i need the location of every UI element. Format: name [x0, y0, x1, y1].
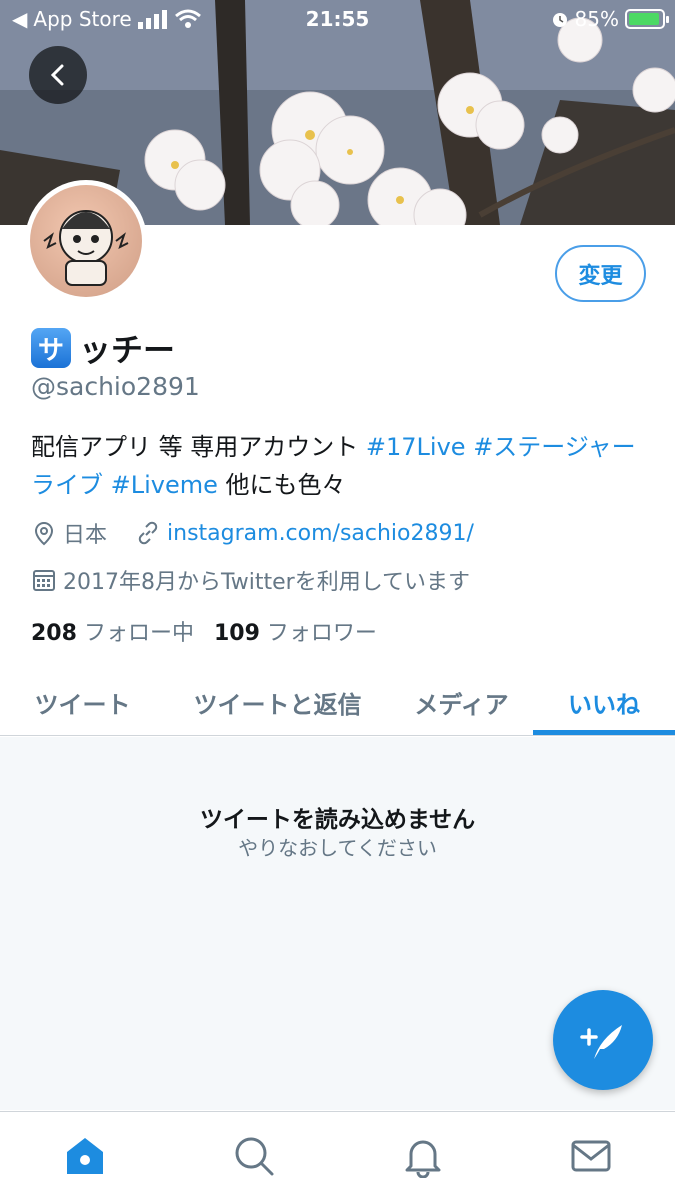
link-icon: [135, 520, 161, 546]
avatar-drawing: [43, 210, 129, 286]
battery-icon: [625, 9, 669, 29]
profile-name: ッチー: [79, 331, 176, 369]
tab-media[interactable]: メディア: [390, 668, 533, 736]
compose-tweet-button[interactable]: [553, 990, 653, 1090]
battery-percent: 85%: [574, 7, 619, 31]
error-retry-text[interactable]: やりなおしてください: [0, 832, 675, 861]
following-link[interactable]: 208 フォロー中: [31, 615, 194, 647]
hashtag-link[interactable]: #17Live: [366, 433, 466, 461]
joined-row: 2017年8月からTwitterを利用しています: [31, 564, 470, 596]
bottom-tab-bar: [0, 1111, 675, 1200]
bio-text: 配信アプリ 等 専用アカウント: [31, 433, 366, 461]
profile-bio: 配信アプリ 等 専用アカウント #17Live #ステージャーライブ #Live…: [31, 428, 641, 504]
profile-name-row: サ ッチー: [31, 325, 175, 371]
following-label: フォロー中: [83, 621, 194, 646]
hashtag-link[interactable]: #Liveme: [111, 471, 218, 499]
following-count: 208: [31, 621, 77, 646]
website-link[interactable]: instagram.com/sachio2891/: [167, 521, 474, 546]
location-text: 日本: [63, 523, 108, 548]
chevron-left-icon: [50, 64, 64, 86]
search-icon[interactable]: [232, 1134, 276, 1178]
calendar-icon: [31, 567, 57, 593]
notifications-icon[interactable]: [401, 1134, 445, 1178]
bio-tail: 他にも色々: [217, 471, 346, 499]
active-tab-indicator: [533, 730, 675, 735]
status-bar: ◀ App Store 21:55 85%: [0, 0, 675, 38]
tab-likes[interactable]: いいね: [533, 668, 675, 736]
messages-icon[interactable]: [569, 1134, 613, 1178]
followers-link[interactable]: 109 フォロワー: [214, 615, 377, 647]
followers-label: フォロワー: [266, 621, 377, 646]
profile-handle: @sachio2891: [31, 372, 200, 401]
edit-profile-button[interactable]: 変更: [555, 245, 646, 302]
profile-tabs: ツイート ツイートと返信 メディア いいね: [0, 668, 675, 736]
error-title: ツイートを読み込めません: [199, 807, 476, 833]
name-emoji-badge: サ: [31, 328, 71, 368]
home-icon[interactable]: [63, 1134, 107, 1178]
avatar[interactable]: [25, 180, 147, 302]
compose-feather-icon: [580, 1025, 622, 1059]
profile-meta-row: 日本 instagram.com/sachio2891/: [31, 517, 474, 549]
joined-text: 2017年8月からTwitterを利用しています: [63, 570, 471, 595]
follow-stats: 208 フォロー中 109 フォロワー: [31, 615, 377, 647]
followers-count: 109: [213, 621, 260, 646]
back-button[interactable]: [29, 46, 87, 104]
alarm-icon: [552, 13, 567, 27]
location-pin-icon: [31, 520, 57, 546]
tab-tweets[interactable]: ツイート: [0, 668, 165, 736]
tab-tweets-replies[interactable]: ツイートと返信: [165, 668, 390, 736]
